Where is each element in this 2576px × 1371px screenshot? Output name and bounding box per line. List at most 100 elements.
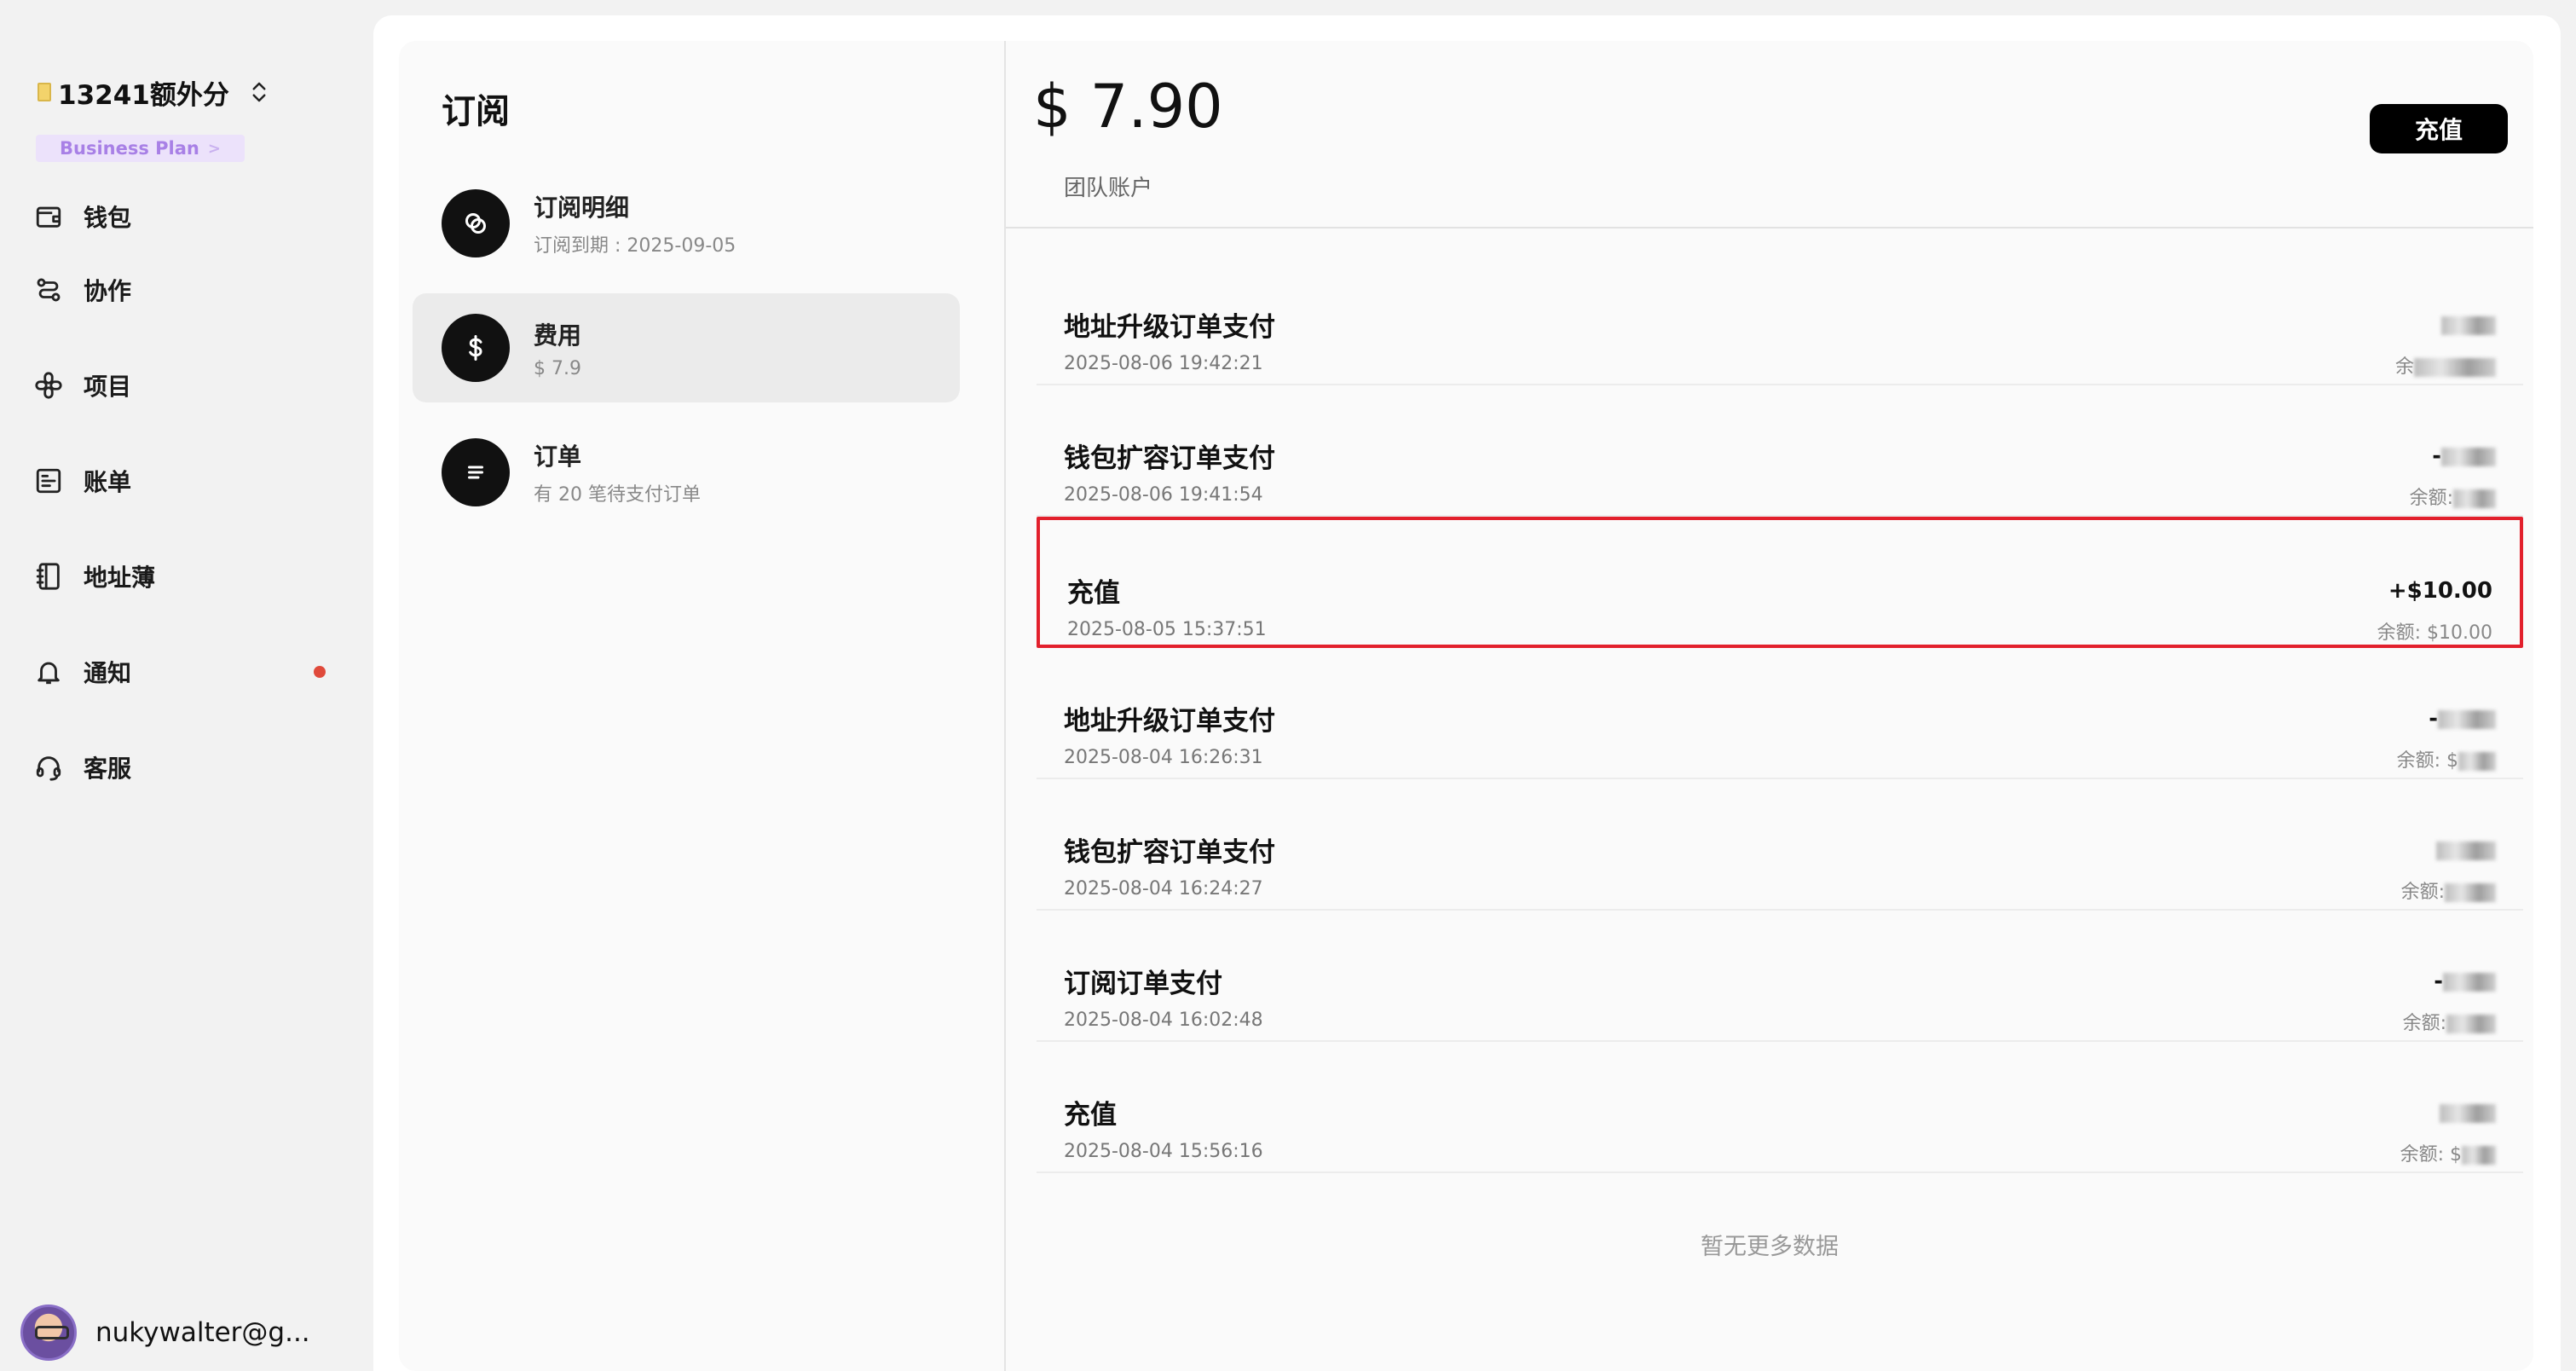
redacted-value <box>2441 315 2496 335</box>
transaction-balance: 余额: <box>2403 1008 2496 1035</box>
transaction-amount: - <box>2432 443 2496 469</box>
transaction-row[interactable]: 地址升级订单支付 2025-08-06 19:42:21 余 <box>1037 254 2523 385</box>
transaction-title: 地址升级订单支付 <box>1064 706 1275 737</box>
sidebar-item-support[interactable]: 客服 <box>34 720 341 815</box>
sub-item-subtitle: $ 7.9 <box>534 357 581 379</box>
balance-text: 余额: $ <box>2400 1144 2462 1166</box>
redacted-value <box>2462 1146 2496 1165</box>
workspace-logo <box>38 83 51 101</box>
account-balance: $ 7.90 <box>1033 72 1223 142</box>
sidebar-item-label: 通知 <box>84 659 132 687</box>
redacted-value <box>2436 841 2496 860</box>
sidebar-item-project[interactable]: 项目 <box>34 338 341 433</box>
transaction-row[interactable]: 地址升级订单支付 2025-08-04 16:26:31 - 余额: $ <box>1037 648 2523 779</box>
transaction-list: 地址升级订单支付 2025-08-06 19:42:21 余 钱包扩容订单支付 … <box>1037 254 2523 1173</box>
transaction-row[interactable]: 订阅订单支付 2025-08-04 16:02:48 - 余额: <box>1037 911 2523 1042</box>
transaction-title: 充值 <box>1067 578 1120 609</box>
transaction-amount: +$10.00 <box>2388 578 2492 604</box>
address-book-icon <box>36 563 60 590</box>
collaboration-icon <box>37 278 61 302</box>
plan-label: Business Plan <box>60 138 199 159</box>
transaction-row[interactable]: 钱包扩容订单支付 2025-08-06 19:41:54 - 余额: <box>1037 385 2523 517</box>
sidebar-nav: 钱包 协作 项目 账单 地址薄 通知 客服 <box>34 191 341 815</box>
chevron-updown-icon[interactable] <box>246 79 272 105</box>
headset-icon <box>36 756 61 781</box>
subscription-details-item[interactable]: 订阅明细 订阅到期 : 2025-09-05 <box>413 169 960 278</box>
chevron-right-icon: > <box>207 139 221 158</box>
redacted-value <box>2446 1015 2496 1033</box>
amount-text: - <box>2432 443 2441 469</box>
sidebar-item-wallet[interactable]: 钱包 <box>34 191 341 242</box>
sidebar-item-label: 账单 <box>84 468 132 496</box>
sidebar-item-address-book[interactable]: 地址薄 <box>34 529 341 624</box>
transaction-title: 订阅订单支付 <box>1064 969 1222 999</box>
redacted-value <box>2440 1103 2496 1123</box>
sidebar-item-notifications[interactable]: 通知 <box>34 624 341 720</box>
fees-item[interactable]: 费用 $ 7.9 <box>413 293 960 402</box>
redacted-value <box>2438 709 2496 729</box>
redacted-value <box>2458 752 2496 771</box>
transaction-time: 2025-08-06 19:41:54 <box>1064 484 1263 506</box>
workspace-switcher[interactable]: 13241额外分 <box>38 73 272 111</box>
plan-badge[interactable]: Business Plan > <box>36 135 245 162</box>
subscription-panel: 订阅 订阅明细 订阅到期 : 2025-09-05 费用 $ 7.9 订单 有 … <box>399 41 1006 1371</box>
transaction-time: 2025-08-04 16:02:48 <box>1064 1009 1263 1031</box>
avatar <box>20 1304 77 1361</box>
sub-item-title: 订单 <box>534 443 582 471</box>
redacted-value <box>2445 883 2496 902</box>
sidebar-item-bill[interactable]: 账单 <box>34 433 341 529</box>
sidebar-item-label: 地址薄 <box>84 564 156 592</box>
sidebar-item-collaboration[interactable]: 协作 <box>34 242 341 338</box>
redacted-value <box>2441 447 2496 466</box>
transaction-row-highlighted[interactable]: 充值 2025-08-05 15:37:51 +$10.00 余额: $10.0… <box>1037 517 2523 648</box>
transaction-balance: 余额: <box>2401 876 2496 904</box>
transaction-time: 2025-08-04 16:24:27 <box>1064 878 1263 900</box>
transaction-time: 2025-08-06 19:42:21 <box>1064 353 1263 374</box>
transaction-time: 2025-08-04 15:56:16 <box>1064 1141 1263 1162</box>
transaction-balance: 余额: <box>2410 483 2496 510</box>
main-content: 订阅 订阅明细 订阅到期 : 2025-09-05 费用 $ 7.9 订单 有 … <box>373 15 2561 1371</box>
sub-item-subtitle: 有 20 笔待支付订单 <box>534 484 701 506</box>
transaction-title: 钱包扩容订单支付 <box>1064 837 1275 868</box>
transaction-amount <box>2441 312 2496 338</box>
balance-text: 余额: $ <box>2396 750 2458 772</box>
fees-detail-panel: $ 7.90 团队账户 充值 地址升级订单支付 2025-08-06 19:42… <box>1006 41 2533 1371</box>
no-more-data: 暂无更多数据 <box>1701 1234 1839 1260</box>
recharge-button[interactable]: 充值 <box>2370 104 2508 153</box>
redacted-value <box>2414 358 2496 377</box>
sub-item-subtitle: 订阅到期 : 2025-09-05 <box>534 235 736 257</box>
transaction-row[interactable]: 钱包扩容订单支付 2025-08-04 16:24:27 余额: <box>1037 779 2523 911</box>
sidebar-item-label: 协作 <box>84 277 132 305</box>
wallet-icon <box>36 206 61 228</box>
sub-item-title: 费用 <box>534 321 582 350</box>
transaction-title: 充值 <box>1064 1100 1117 1131</box>
balance-text: 余额: <box>2400 882 2445 903</box>
sub-item-title: 订阅明细 <box>534 194 630 222</box>
user-profile[interactable]: nukywalter@g... <box>20 1303 310 1362</box>
transaction-balance: 余额: $ <box>2397 745 2496 772</box>
subscription-icon <box>442 189 510 257</box>
bill-icon <box>36 468 61 494</box>
transaction-time: 2025-08-05 15:37:51 <box>1067 619 1267 640</box>
transaction-title: 钱包扩容订单支付 <box>1064 443 1275 474</box>
amount-text: - <box>2429 706 2438 732</box>
redacted-value <box>2453 489 2496 508</box>
workspace-name: 13241额外分 <box>58 79 229 111</box>
transaction-amount: - <box>2434 969 2496 994</box>
sidebar-item-label: 钱包 <box>84 204 132 232</box>
project-icon <box>35 372 62 399</box>
transaction-balance: 余 <box>2395 351 2496 379</box>
balance-text: 余额: <box>2402 1013 2446 1034</box>
orders-item[interactable]: 订单 有 20 笔待支付订单 <box>413 418 960 527</box>
redacted-value <box>2443 972 2496 992</box>
user-name: nukywalter@g... <box>95 1317 310 1348</box>
notification-dot <box>314 666 326 678</box>
transaction-row[interactable]: 充值 2025-08-04 15:56:16 余额: $ <box>1037 1042 2523 1173</box>
sidebar-item-label: 项目 <box>84 373 132 401</box>
sidebar-item-label: 客服 <box>84 755 132 783</box>
balance-text: 余额: <box>2409 488 2453 509</box>
content-card: 订阅 订阅明细 订阅到期 : 2025-09-05 费用 $ 7.9 订单 有 … <box>399 41 2533 1371</box>
transaction-amount: - <box>2429 706 2496 732</box>
balance-label: 团队账户 <box>1064 176 1153 201</box>
transaction-balance: 余额: $ <box>2400 1139 2496 1166</box>
